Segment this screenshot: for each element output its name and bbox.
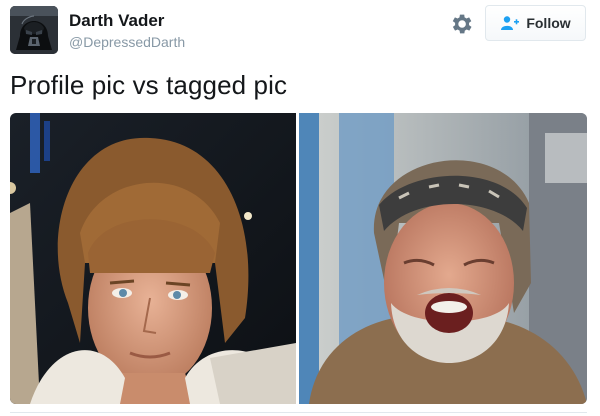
author-name[interactable]: Darth Vader (69, 11, 164, 31)
add-user-icon (501, 16, 520, 30)
divider (10, 412, 587, 413)
follow-label: Follow (526, 15, 571, 31)
follow-button[interactable]: Follow (485, 5, 586, 41)
photo-right[interactable] (299, 113, 587, 404)
photo-left[interactable] (10, 113, 296, 404)
tweet-text: Profile pic vs tagged pic (10, 70, 288, 100)
gear-icon[interactable] (448, 11, 474, 37)
author-handle[interactable]: @DepressedDarth (69, 34, 185, 50)
author-avatar[interactable] (10, 6, 58, 54)
tweet-media (10, 113, 587, 404)
vader-helmet-icon (10, 6, 58, 54)
